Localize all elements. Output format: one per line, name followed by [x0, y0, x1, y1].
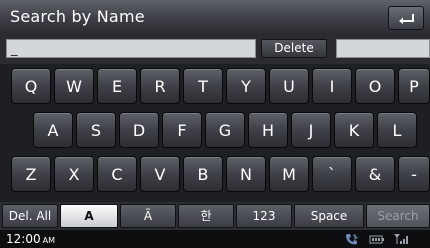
key-m[interactable]: M: [269, 156, 309, 192]
key-ampersand[interactable]: &: [355, 156, 395, 192]
mode-bar: Del. All A Ã 한 123 Space Search: [0, 202, 430, 230]
key-y[interactable]: Y: [226, 68, 266, 104]
space-button[interactable]: Space: [294, 204, 364, 228]
search-by-name-screen: Search by Name _ Delete Q W E R T Y U I …: [0, 0, 430, 248]
key-hyphen[interactable]: -: [398, 156, 430, 192]
key-h[interactable]: H: [248, 112, 288, 148]
search-input[interactable]: _: [6, 39, 256, 58]
page-title: Search by Name: [10, 7, 145, 26]
key-o[interactable]: O: [355, 68, 395, 104]
key-a[interactable]: A: [33, 112, 73, 148]
numbers-mode-button[interactable]: 123: [236, 204, 292, 228]
key-u[interactable]: U: [269, 68, 309, 104]
key-l[interactable]: L: [377, 112, 417, 148]
suggestion-field[interactable]: [336, 39, 430, 58]
signal-icon: [394, 234, 408, 244]
key-q[interactable]: Q: [11, 68, 51, 104]
clock-ampm: AM: [42, 236, 55, 245]
clock: 12:00 AM: [6, 232, 55, 246]
title-bar: Search by Name: [0, 0, 430, 35]
search-button[interactable]: Search: [366, 204, 430, 228]
key-s[interactable]: S: [76, 112, 116, 148]
keyboard: Q W E R T Y U I O P A S D F G H J K L Z …: [0, 64, 430, 202]
key-x[interactable]: X: [54, 156, 94, 192]
bluetooth-phone-icon: [346, 234, 358, 245]
back-button[interactable]: [388, 6, 424, 30]
key-v[interactable]: V: [140, 156, 180, 192]
korean-mode-button[interactable]: 한: [178, 204, 234, 228]
key-p[interactable]: P: [398, 68, 430, 104]
key-i[interactable]: I: [312, 68, 352, 104]
input-row: _ Delete: [0, 34, 430, 64]
key-k[interactable]: K: [334, 112, 374, 148]
key-f[interactable]: F: [162, 112, 202, 148]
accented-mode-button[interactable]: Ã: [120, 204, 176, 228]
battery-icon: [369, 235, 384, 244]
key-t[interactable]: T: [183, 68, 223, 104]
delete-all-button[interactable]: Del. All: [2, 204, 58, 228]
back-arrow-icon: [399, 14, 414, 24]
key-e[interactable]: E: [97, 68, 137, 104]
key-j[interactable]: J: [291, 112, 331, 148]
status-bar: 12:00 AM: [0, 230, 430, 248]
key-d[interactable]: D: [119, 112, 159, 148]
key-r[interactable]: R: [140, 68, 180, 104]
key-b[interactable]: B: [183, 156, 223, 192]
key-c[interactable]: C: [97, 156, 137, 192]
key-w[interactable]: W: [54, 68, 94, 104]
uppercase-mode-button[interactable]: A: [60, 204, 118, 228]
key-backtick[interactable]: `: [312, 156, 352, 192]
delete-button[interactable]: Delete: [261, 39, 327, 58]
key-n[interactable]: N: [226, 156, 266, 192]
key-z[interactable]: Z: [11, 156, 51, 192]
key-g[interactable]: G: [205, 112, 245, 148]
clock-time: 12:00: [6, 232, 41, 246]
